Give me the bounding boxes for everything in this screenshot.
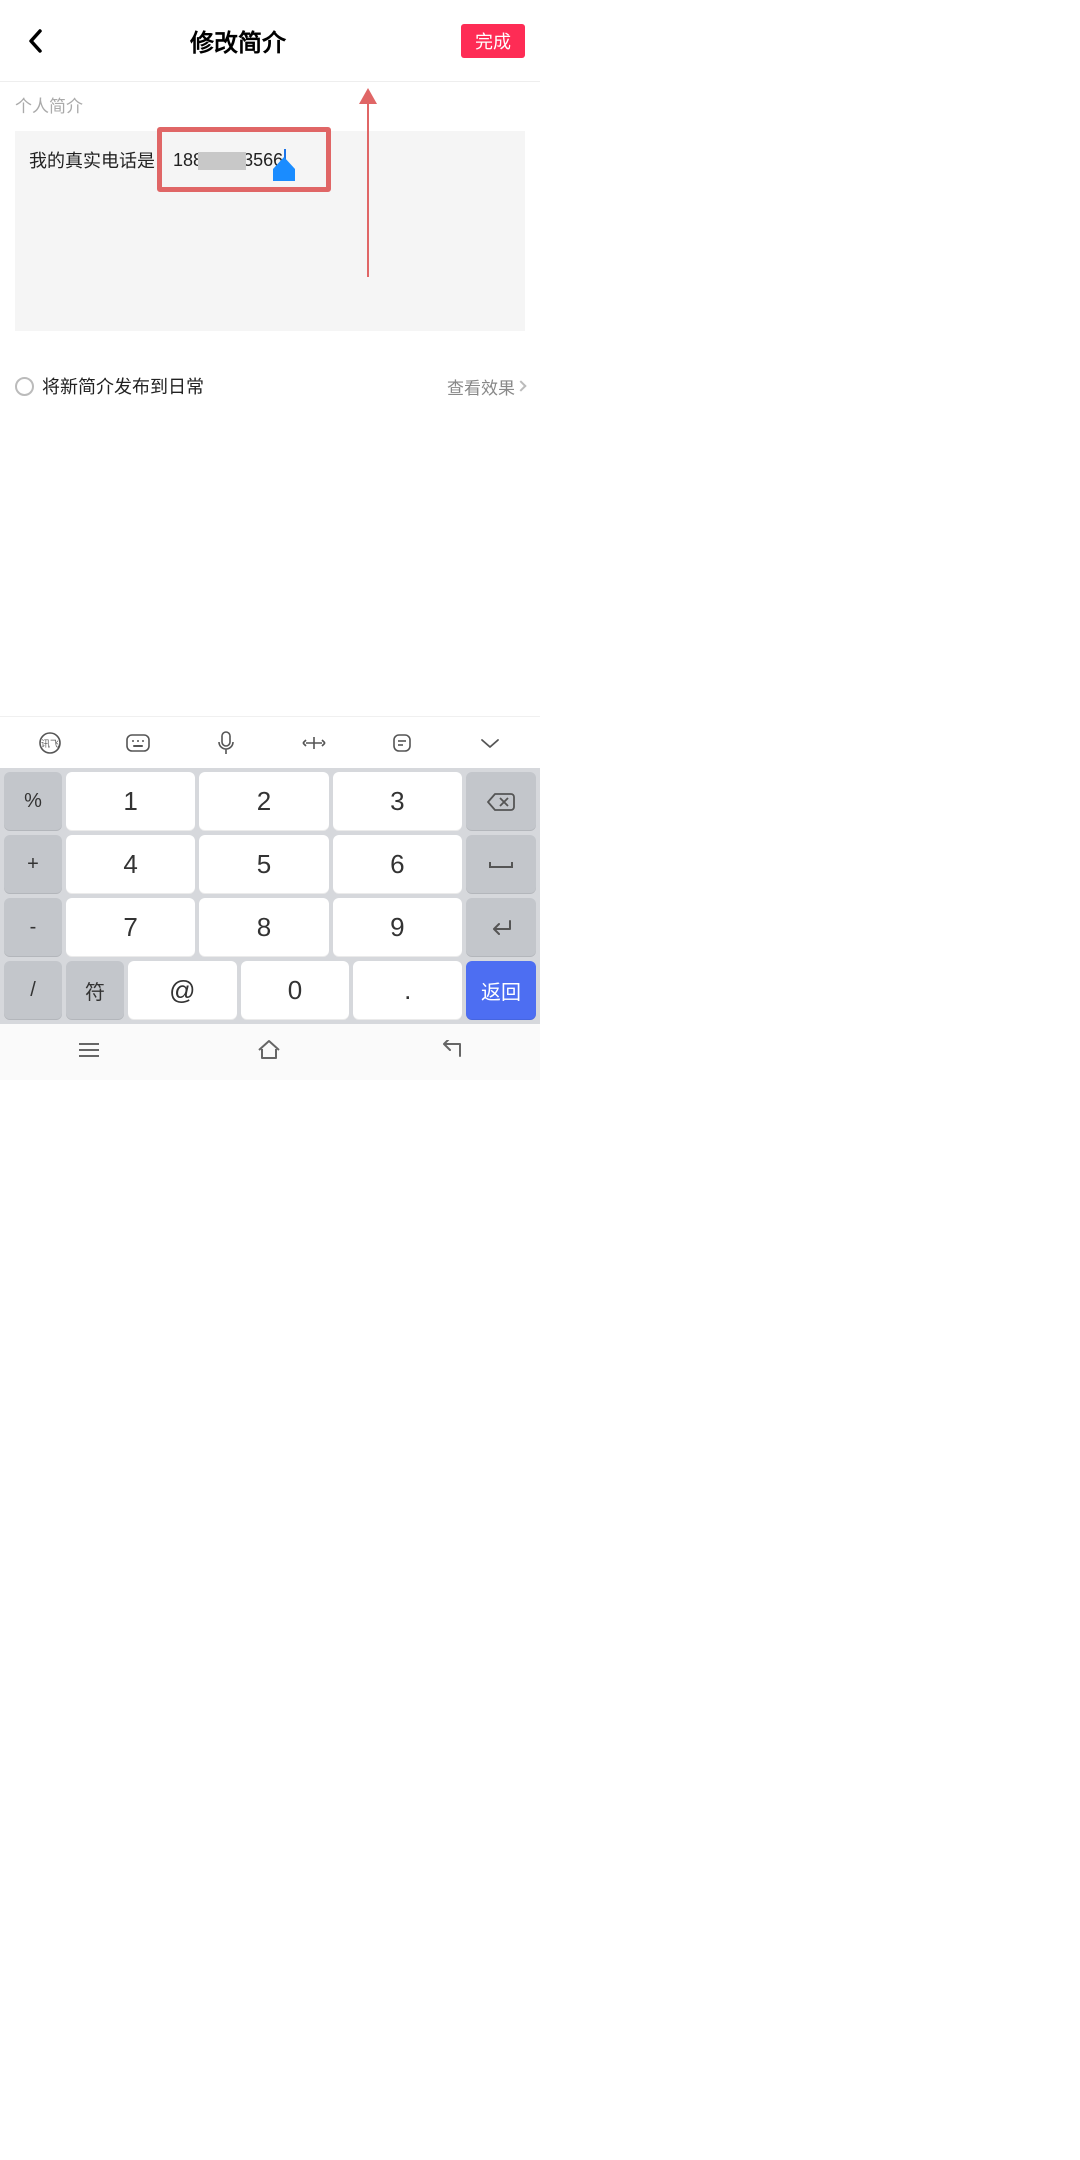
key-backspace[interactable] [466, 772, 536, 831]
key-1[interactable]: 1 [66, 772, 195, 831]
key-0[interactable]: 0 [241, 961, 350, 1020]
key-at[interactable]: @ [128, 961, 237, 1020]
bio-textarea[interactable]: 我的真实电话是：18885503566 [15, 131, 525, 331]
key-7[interactable]: 7 [66, 898, 195, 957]
preview-label: 查看效果 [447, 374, 515, 399]
chevron-right-icon [515, 380, 526, 391]
key-3[interactable]: 3 [333, 772, 462, 831]
key-8[interactable]: 8 [199, 898, 328, 957]
radio-icon [15, 377, 34, 396]
enter-icon [488, 918, 514, 938]
collapse-keyboard-icon[interactable] [473, 726, 507, 760]
system-navbar [0, 1024, 540, 1080]
key-4[interactable]: 4 [66, 835, 195, 894]
done-button[interactable]: 完成 [461, 24, 525, 58]
ime-engine-icon[interactable]: 讯飞 [33, 726, 67, 760]
nav-back-icon[interactable] [436, 1040, 464, 1065]
key-dot[interactable]: . [353, 961, 462, 1020]
publish-label: 将新简介发布到日常 [42, 373, 204, 399]
key-enter[interactable] [466, 898, 536, 957]
page-title: 修改简介 [15, 23, 461, 58]
voice-icon[interactable] [209, 726, 243, 760]
key-minus[interactable]: - [4, 898, 62, 957]
cursor-move-icon[interactable] [297, 726, 331, 760]
key-9[interactable]: 9 [333, 898, 462, 957]
space-icon [486, 858, 516, 872]
bio-text-value: 18885503566 [173, 150, 283, 171]
key-6[interactable]: 6 [333, 835, 462, 894]
key-5[interactable]: 5 [199, 835, 328, 894]
numeric-keyboard: % + - / 1 2 3 4 5 6 [0, 768, 540, 1024]
backspace-icon [486, 792, 516, 812]
publish-toggle[interactable]: 将新简介发布到日常 [15, 373, 204, 399]
key-plus[interactable]: + [4, 835, 62, 894]
publish-row: 将新简介发布到日常 查看效果 [0, 373, 540, 399]
key-percent[interactable]: % [4, 772, 62, 831]
cursor-handle-icon[interactable] [273, 157, 295, 181]
header: 修改简介 完成 [0, 0, 540, 82]
svg-text:讯飞: 讯飞 [41, 739, 59, 749]
clipboard-icon[interactable] [385, 726, 419, 760]
preview-link[interactable]: 查看效果 [447, 374, 525, 399]
keyboard-icon[interactable] [121, 726, 155, 760]
key-slash[interactable]: / [4, 961, 62, 1020]
keyboard-toolbar: 讯飞 [0, 717, 540, 768]
key-space[interactable] [466, 835, 536, 894]
key-2[interactable]: 2 [199, 772, 328, 831]
key-return[interactable]: 返回 [466, 961, 536, 1020]
nav-home-icon[interactable] [255, 1038, 283, 1067]
section-label: 个人简介 [0, 82, 540, 121]
bio-text-prefix: 我的真实电话是： [29, 147, 173, 173]
key-symbols[interactable]: 符 [66, 961, 124, 1020]
keyboard-section: 讯飞 % + - [0, 716, 540, 1024]
nav-recent-icon[interactable] [76, 1040, 102, 1065]
